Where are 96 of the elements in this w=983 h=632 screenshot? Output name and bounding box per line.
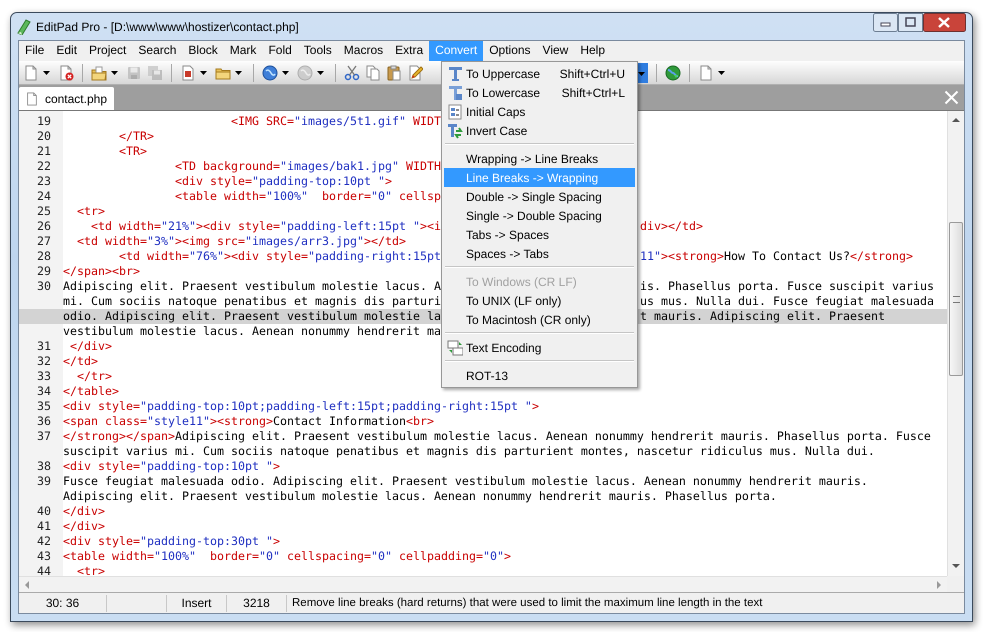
menu-item[interactable]: Edit	[50, 41, 84, 61]
code-text: odio. Adipiscing elit. Praesent vestibulum molestie la	[63, 309, 441, 324]
line-number: 31	[37, 339, 51, 353]
code-text: us mus. Nulla dui. Fusce feugiat malesuada	[640, 294, 934, 309]
code-text: <span class="style11"><strong>Contact Information<br>	[63, 414, 434, 428]
line-number: 23	[37, 174, 51, 188]
code-text: </tr>	[76, 369, 112, 383]
status-message: Remove line breaks (hard returns) that were used to limit the maximum line length in the text	[291, 596, 762, 610]
line-number: 39	[37, 474, 51, 488]
code-text: <tr>	[76, 204, 105, 218]
line-number: 42	[37, 534, 51, 548]
menu-item[interactable]: Options	[483, 41, 537, 61]
code-text: 11"><strong>How To Contact Us?</strong>	[640, 249, 913, 264]
menu-item[interactable]: Macros	[338, 41, 390, 61]
line-number: 33	[37, 369, 51, 383]
code-text: Fusce feugiat malesuada odio. Adipiscing elit. Praesent vestibulum molestie lacus. Aenean nonummy hendrerit mauris.	[63, 474, 868, 488]
menu-item[interactable]: Text Encoding	[444, 338, 635, 357]
line-number: 40	[37, 504, 51, 518]
code-text: </span><br>	[63, 264, 140, 278]
line-number: 26	[37, 219, 51, 233]
code-text: div></td>	[640, 219, 703, 234]
code-text: <table width="100%" border="0" cellspacing="0" cellpadding="0">	[63, 549, 511, 563]
menu-item[interactable]: ROT-13	[444, 366, 635, 385]
menu-item[interactable]: Fold	[262, 41, 298, 61]
code-text: Adipiscing elit. Praesent vestibulum molestie lacus. A	[63, 279, 441, 294]
menu-item[interactable]: Tabs -> Spaces	[444, 225, 635, 244]
code-text: <div style="padding-top:30pt ">	[63, 534, 280, 548]
line-number: 44	[37, 564, 51, 576]
code-text: Adipiscing elit. Praesent vestibulum molestie lacus. Aenean nonummy hendrerit mauris. Phasellus porta.	[63, 489, 777, 503]
menu-item[interactable]: Double -> Single Spacing	[444, 187, 635, 206]
code-text: <IMG SRC="images/5t1.gif" WIDT	[230, 114, 441, 128]
line-number: 29	[37, 264, 51, 278]
menu-item[interactable]: Search	[132, 41, 182, 61]
menu-item[interactable]: File	[19, 41, 50, 61]
code-text: <tr>	[76, 564, 105, 576]
code-text: </div>	[63, 504, 105, 518]
menu-item[interactable]: Extra	[389, 41, 430, 61]
code-text: </td>	[63, 354, 98, 368]
insert-mode: Insert	[167, 594, 227, 612]
line-number: 38	[37, 459, 51, 473]
status-text: 3218	[227, 594, 287, 612]
menu-item[interactable]: Wrapping -> Line Breaks	[444, 149, 635, 168]
code-text: </div>	[63, 519, 105, 533]
code-text: t mauris. Adipiscing elit. Praesent	[640, 309, 885, 324]
line-number: 34	[37, 384, 51, 398]
code-text: <TD background="images/bak1.jpg" WIDTH	[174, 159, 441, 173]
code-text: </TR>	[118, 129, 154, 143]
line-number: 37	[37, 429, 51, 443]
shortcut-label: Shift+Ctrl+U	[560, 66, 625, 80]
menu-item[interactable]: To Uppercase Shift+Ctrl+U	[444, 64, 635, 83]
line-number: 24	[37, 189, 51, 203]
code-text: <td width="21%"><div style="padding-left:15pt "><i	[90, 219, 441, 234]
code-text: vestibulum molestie lacus. Aenean nonummy hendrerit ma	[63, 324, 441, 338]
line-number: 27	[37, 234, 51, 248]
line-number: 32	[37, 354, 51, 368]
window-title: EditPad Pro - [D:\www\www\hostizer\contact.php]	[36, 20, 299, 34]
code-text: </table>	[63, 384, 119, 398]
cursor-position: 30: 36	[19, 594, 107, 612]
menu-item[interactable]: Invert Case	[444, 121, 635, 140]
menu-item[interactable]: Tools	[298, 41, 338, 61]
code-text: <td width="76%"><div style="padding-right:15pt	[118, 249, 441, 264]
menu-item[interactable]: Initial Caps	[444, 102, 635, 121]
line-number: 35	[37, 399, 51, 413]
code-text: <div style="padding-top:10pt;padding-left:15pt;padding-right:15pt ">	[63, 399, 539, 413]
menu-item[interactable]: To Macintosh (CR only)	[444, 310, 635, 329]
menu-item[interactable]: Spaces -> Tabs	[444, 244, 635, 263]
code-text: </div>	[68, 339, 112, 353]
menu-item[interactable]: To Lowercase Shift+Ctrl+L	[444, 83, 635, 102]
code-text: suscipit varius mi. Cum sociis natoque penatibus et magnis dis parturient montes, nascetur ridiculus mus. Nulla dui.	[63, 444, 875, 458]
line-number: 36	[37, 414, 51, 428]
code-text: mi. Cum sociis natoque penatibus et magnis dis parturi	[63, 294, 441, 309]
line-number: 43	[37, 549, 51, 563]
menu-item[interactable]: View	[536, 41, 574, 61]
line-number: 41	[37, 519, 51, 533]
code-text: is. Phasellus porta. Fusce suscipit varius	[640, 279, 934, 294]
code-text: </strong></span>Adipiscing elit. Praesent vestibulum molestie lacus. Aenean nonummy hendrerit mauris. Phasellus porta. Fusce	[63, 429, 931, 443]
menu-item[interactable]: Help	[574, 41, 612, 61]
code-text: <table width="100%" border="0" cellsp	[174, 189, 441, 203]
line-number: 20	[37, 129, 51, 143]
menu-item[interactable]: Project	[83, 41, 132, 61]
code-text: <div style="padding-top:10pt ">	[174, 174, 392, 188]
menu-item[interactable]: Mark	[224, 41, 262, 61]
line-number: 22	[37, 159, 51, 173]
file-tab[interactable]: contact.php	[19, 87, 114, 110]
code-text: <div style="padding-top:10pt ">	[63, 459, 280, 473]
shortcut-label: Shift+Ctrl+L	[562, 86, 625, 100]
menu-item[interactable]: Block	[182, 41, 224, 61]
menu-item[interactable]: Single -> Double Spacing	[444, 206, 635, 225]
code-text: <td width="3%"><img src="images/arr3.jpg"></td>	[76, 234, 406, 248]
line-number: 28	[37, 249, 51, 263]
menu-item[interactable]: To UNIX (LF only)	[444, 291, 635, 310]
line-number: 21	[37, 144, 51, 158]
code-text: <TR>	[118, 144, 147, 158]
line-number: 25	[37, 204, 51, 218]
line-number: 30	[37, 279, 51, 293]
line-number: 19	[37, 114, 51, 128]
